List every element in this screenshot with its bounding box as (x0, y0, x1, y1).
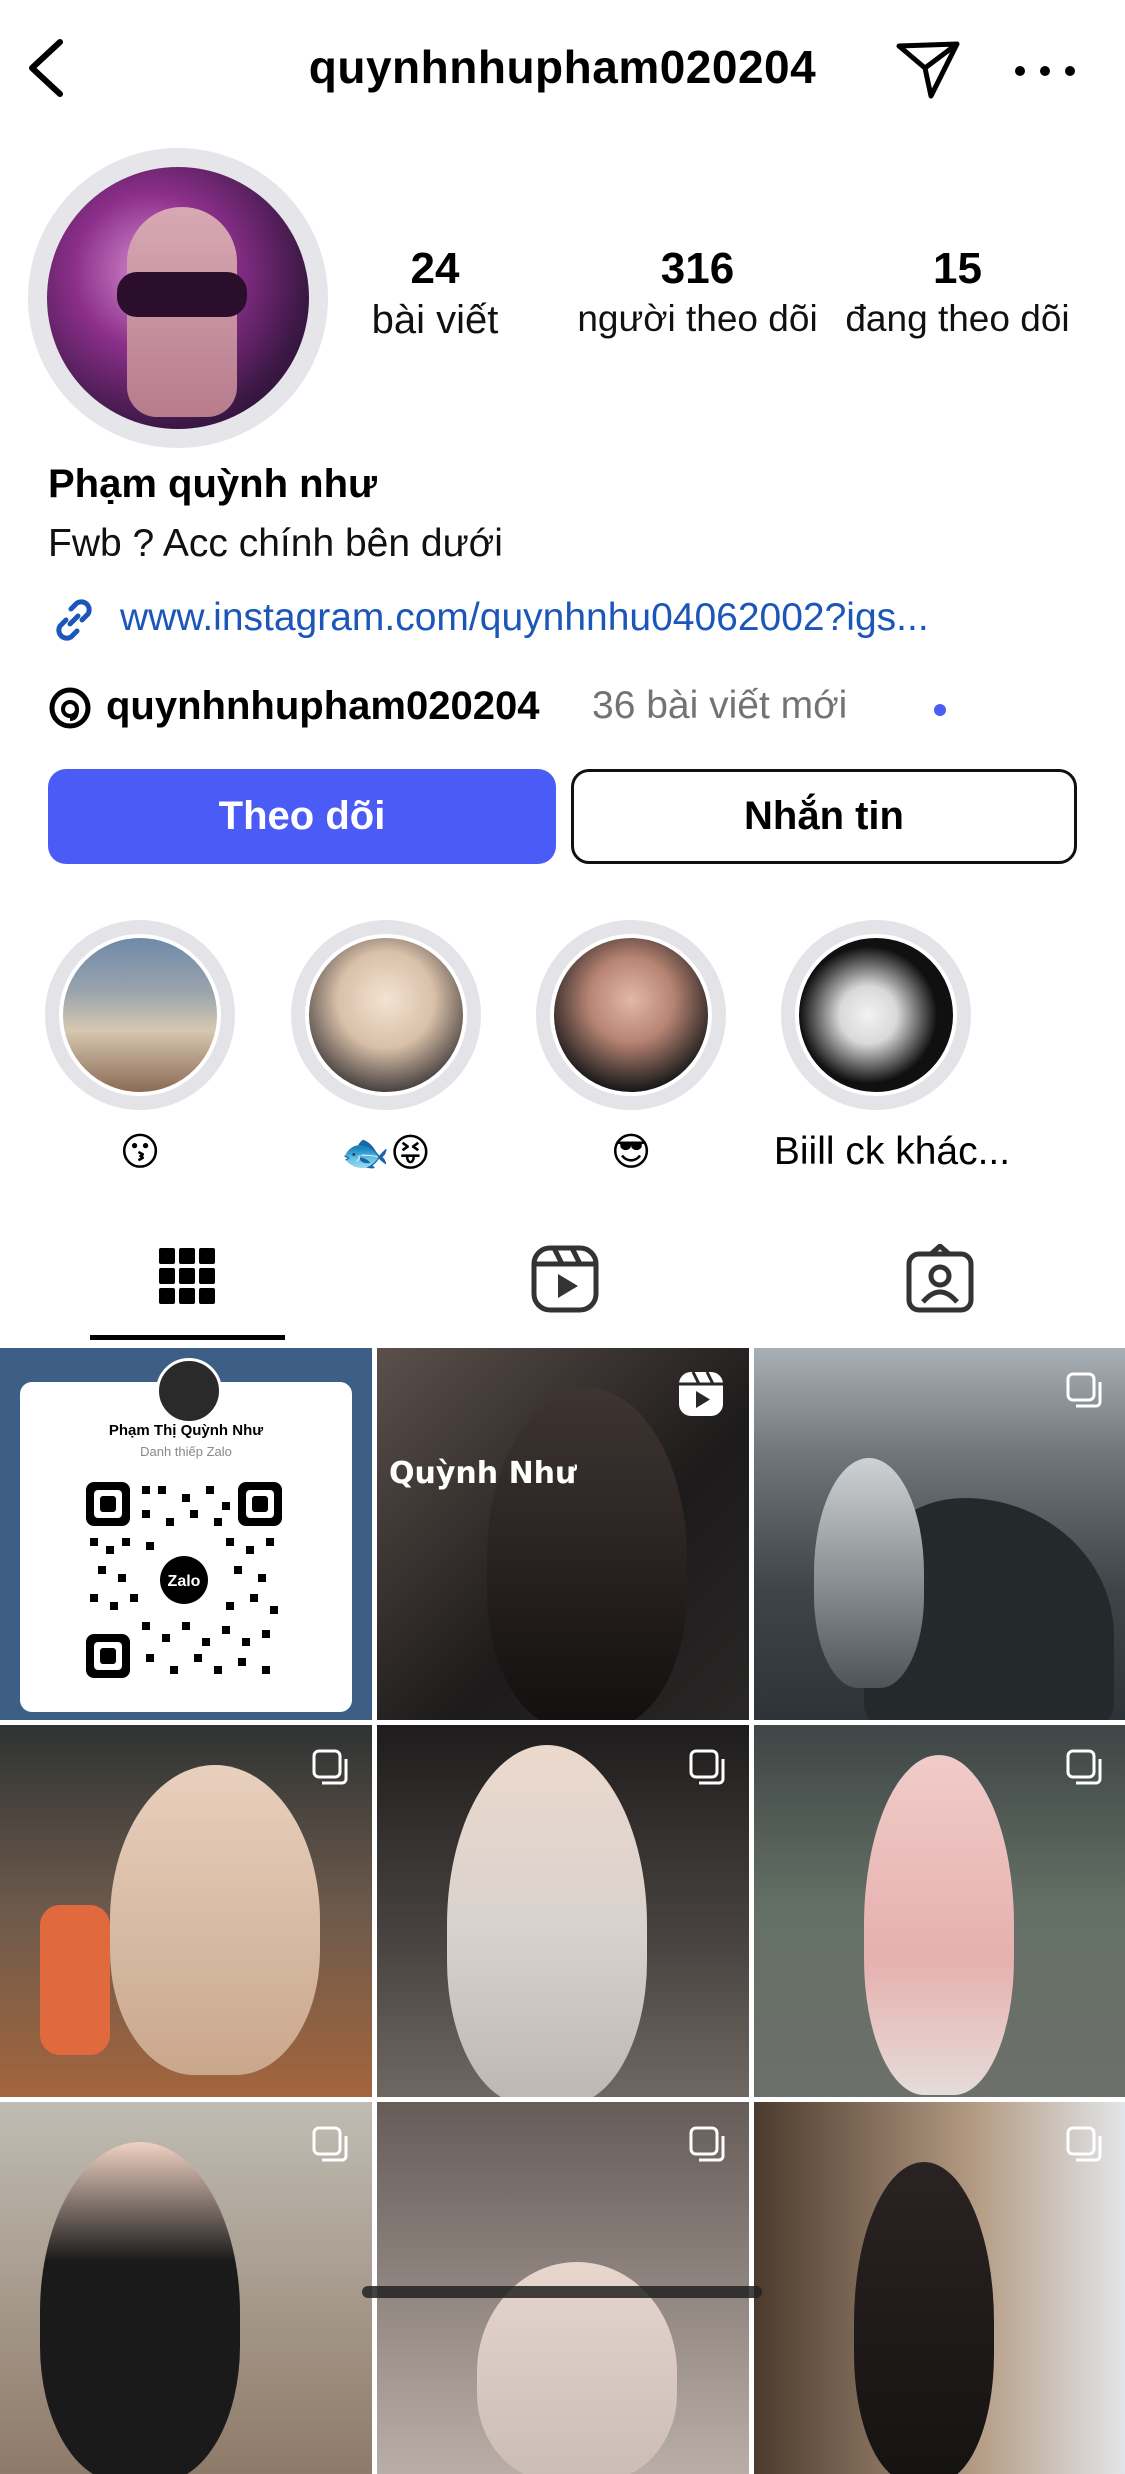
avatar[interactable] (47, 167, 309, 429)
posts-count: 24 (410, 244, 460, 293)
send-icon[interactable] (893, 36, 963, 100)
grid-post[interactable] (754, 2102, 1125, 2474)
followers-count: 316 (660, 244, 735, 293)
zalo-logo-text: Zalo (168, 1573, 201, 1590)
carousel-icon (1066, 1372, 1102, 1408)
reel-caption: Quỳnh Như (389, 1456, 577, 1491)
active-tab-indicator (90, 1335, 285, 1340)
highlight-caption: 😗 (119, 1131, 161, 1174)
grid-post[interactable]: Phạm Thị Quỳnh Như Danh thiếp Zalo Zalo (0, 1348, 372, 1720)
highlight-ring (291, 920, 481, 1110)
message-button[interactable]: Nhắn tin (571, 769, 1077, 864)
highlight-item[interactable]: 😗 (40, 920, 240, 1175)
profile-tabs (0, 1230, 1125, 1345)
highlight-cover (305, 934, 467, 1096)
highlight-cover (59, 934, 221, 1096)
zalo-card: Phạm Thị Quỳnh Như Danh thiếp Zalo Zalo (20, 1358, 352, 1712)
bio-link[interactable]: www.instagram.com/quynhnhu04062002?igs..… (48, 590, 1088, 646)
grid-post[interactable] (754, 1725, 1125, 2097)
grid-icon (159, 1248, 215, 1304)
posts-stat[interactable]: 24 bài viết (340, 244, 530, 343)
reels-icon (531, 1245, 599, 1313)
card-subtitle: Danh thiếp Zalo (140, 1444, 232, 1459)
profile-name: Phạm quỳnh như (48, 462, 377, 506)
reels-icon (679, 1371, 723, 1416)
qr-code-icon: Zalo (86, 1482, 282, 1678)
tab-posts[interactable] (0, 1230, 375, 1345)
highlight-item[interactable]: Biill ck khác... (774, 920, 1010, 1173)
highlight-caption: 🐟😝 (341, 1132, 431, 1175)
new-dot (934, 704, 946, 716)
carousel-icon (689, 1749, 725, 1785)
followers-label: người theo dõi (577, 298, 818, 339)
card-name: Phạm Thị Quỳnh Như (108, 1422, 264, 1439)
link-icon (56, 599, 92, 641)
highlight-caption: 😎 (610, 1131, 652, 1174)
profile-header: quynhnhupham020204 (0, 0, 1125, 140)
carousel-icon (1066, 1749, 1102, 1785)
grid-post[interactable] (377, 1725, 749, 2097)
tab-reels[interactable] (375, 1230, 750, 1345)
link-text[interactable]: www.instagram.com/quynhnhu04062002?igs..… (120, 596, 929, 640)
carousel-icon (1066, 2126, 1102, 2162)
grid-post[interactable]: Quỳnh Như (377, 1348, 749, 1720)
follow-button[interactable]: Theo dõi (48, 769, 556, 864)
followers-stat[interactable]: 316 người theo dõi (570, 244, 825, 340)
grid-post[interactable] (0, 2102, 372, 2474)
highlight-item[interactable]: 🐟😝 (286, 920, 486, 1176)
tagged-icon (906, 1244, 974, 1313)
grid-post[interactable] (0, 1725, 372, 2097)
highlight-ring (781, 920, 971, 1110)
more-icon[interactable] (1010, 56, 1080, 86)
threads-username: quynhnhupham020204 (106, 684, 540, 728)
grid-post[interactable] (754, 1348, 1125, 1720)
profile-bio: Fwb ? Acc chính bên dưới (48, 522, 503, 565)
highlight-ring (45, 920, 235, 1110)
threads-icon (49, 687, 91, 729)
following-count: 15 (933, 244, 982, 293)
threads-new-posts: 36 bài viết mới (592, 684, 848, 727)
carousel-icon (312, 1749, 348, 1785)
highlight-ring (536, 920, 726, 1110)
threads-badge[interactable]: quynhnhupham020204 36 bài viết mới (48, 680, 1088, 736)
highlight-cover (795, 934, 957, 1096)
home-indicator[interactable] (362, 2286, 762, 2298)
highlight-item[interactable]: 😎 (531, 920, 731, 1175)
highlight-caption: Biill ck khác... (773, 1130, 1011, 1173)
carousel-icon (689, 2126, 725, 2162)
following-stat[interactable]: 15 đang theo dõi (835, 244, 1080, 340)
highlight-cover (550, 934, 712, 1096)
tab-tagged[interactable] (750, 1230, 1125, 1345)
following-label: đang theo dõi (845, 298, 1070, 339)
carousel-icon (312, 2126, 348, 2162)
avatar (156, 1358, 222, 1424)
posts-label: bài viết (371, 298, 499, 342)
